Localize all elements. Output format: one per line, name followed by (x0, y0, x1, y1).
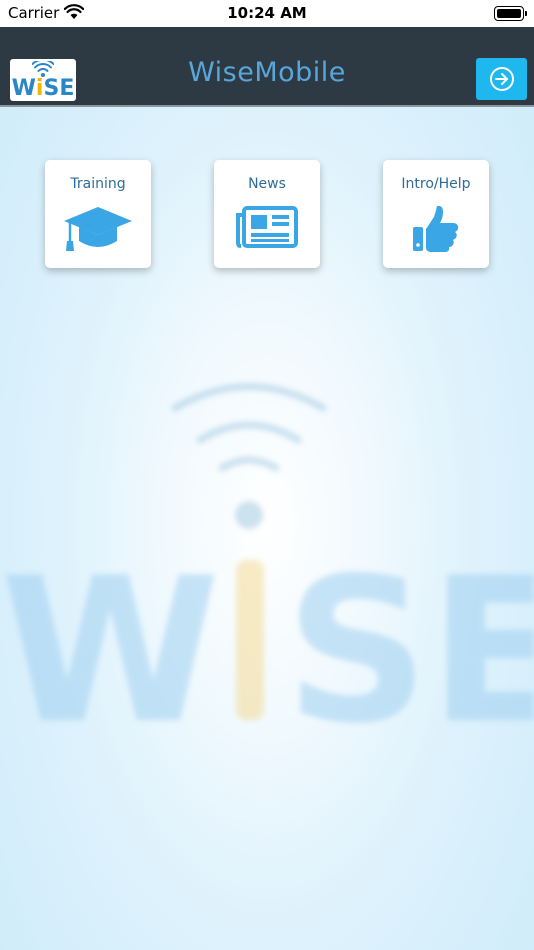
login-button[interactable] (476, 58, 527, 100)
graduation-cap-icon (64, 207, 132, 251)
news-tile[interactable]: News (214, 160, 320, 268)
intro-help-label: Intro/Help (401, 176, 471, 192)
training-tile[interactable]: Training (45, 160, 151, 268)
watermark-text-se: SE (285, 535, 534, 730)
status-bar: Carrier 10:24 AM (0, 0, 534, 27)
app-title: WiseMobile (188, 57, 346, 88)
thumbs-up-icon (413, 205, 459, 252)
clock: 10:24 AM (227, 4, 307, 22)
wise-watermark: W SE (0, 383, 534, 730)
watermark-text-w: W (0, 535, 221, 730)
news-label: News (248, 176, 286, 192)
sign-in-icon (489, 67, 514, 91)
battery-icon (494, 6, 527, 21)
newspaper-icon (236, 206, 298, 248)
app-header: WiSE WiseMobile (0, 27, 534, 107)
intro-help-tile[interactable]: Intro/Help (383, 160, 489, 268)
training-label: Training (70, 176, 126, 192)
